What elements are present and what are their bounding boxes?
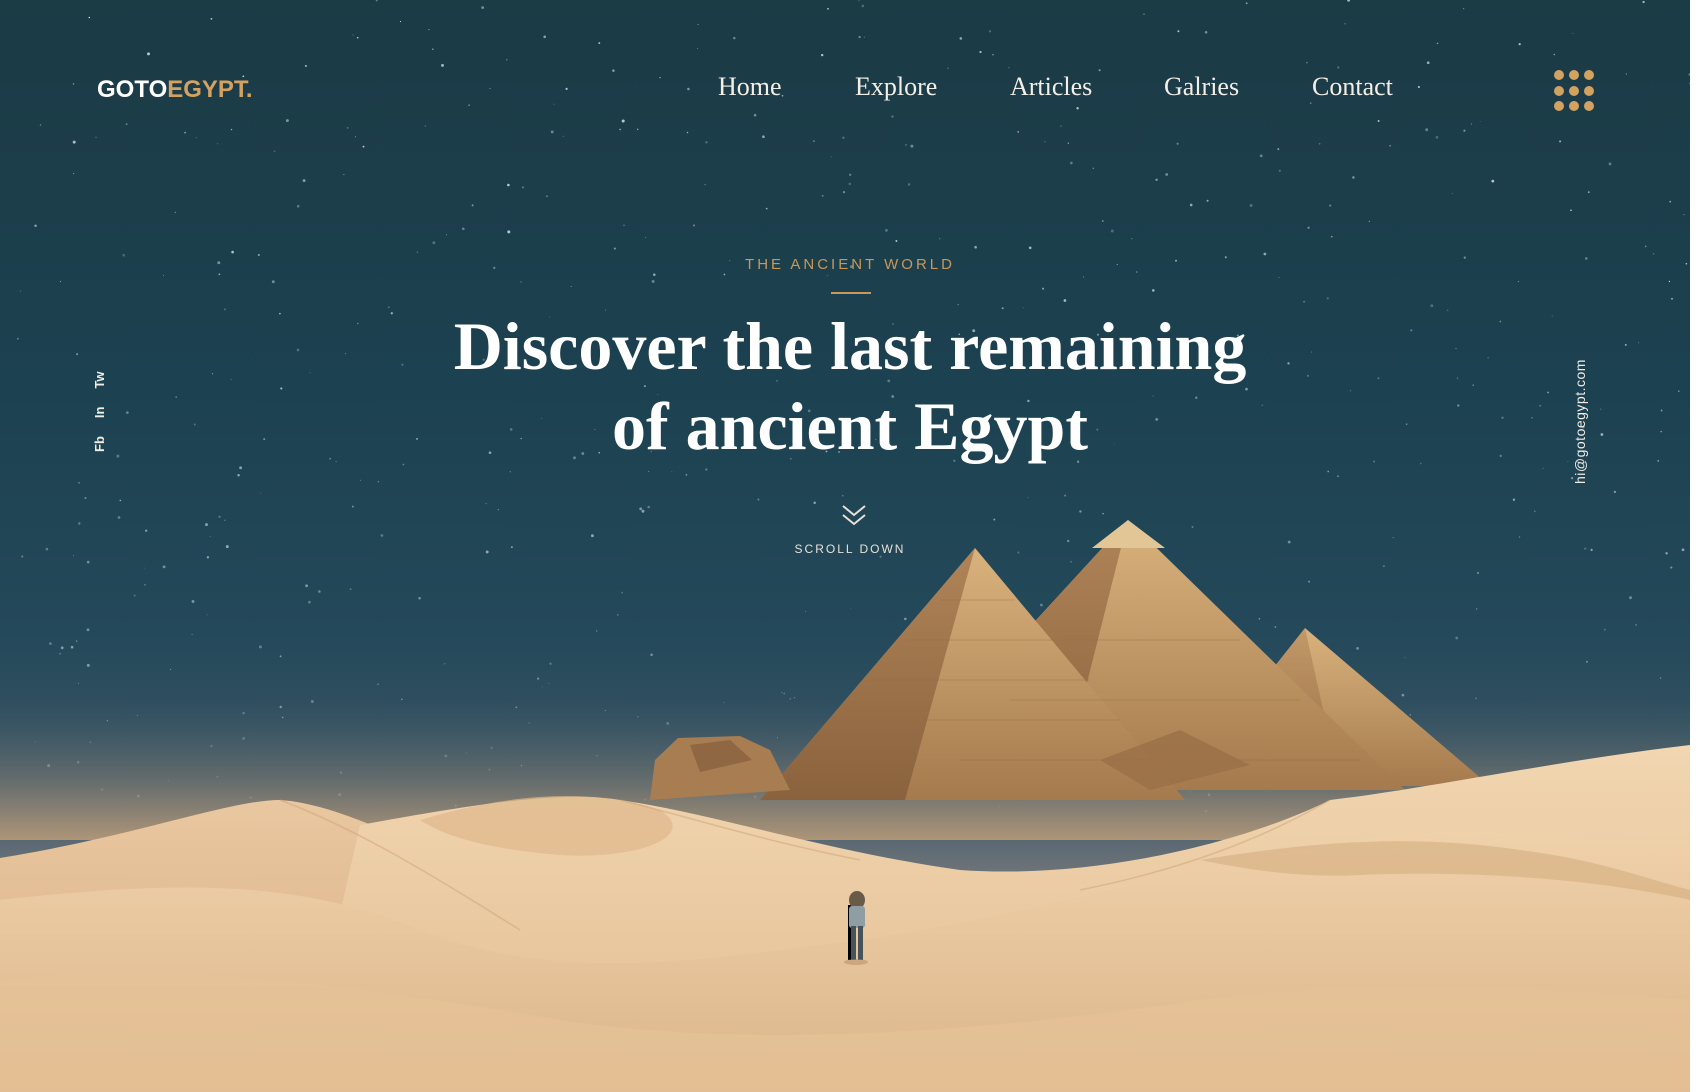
nav-explore[interactable]: Explore	[855, 72, 937, 102]
headline-line-2: of ancient Egypt	[612, 388, 1088, 464]
headline-line-1: Discover the last remaining	[453, 308, 1247, 384]
nav-contact[interactable]: Contact	[1312, 72, 1393, 102]
nav-articles[interactable]: Articles	[1010, 72, 1092, 102]
nav-galleries[interactable]: Galries	[1164, 72, 1239, 102]
scroll-down-link[interactable]: SCROLL DOWN	[0, 542, 1690, 556]
grid-menu-icon[interactable]	[1554, 70, 1596, 112]
logo-primary: GOTO	[97, 76, 168, 103]
nav-home[interactable]: Home	[718, 72, 782, 102]
hero-section: GOTOEGYPT. Home Explore Articles Galries…	[0, 0, 1690, 1092]
hero-headline: Discover the last remaining of ancient E…	[0, 306, 1690, 466]
eyebrow-divider	[831, 292, 871, 294]
site-logo[interactable]: GOTOEGYPT.	[97, 76, 253, 104]
logo-accent: EGYPT.	[167, 76, 253, 103]
double-chevron-down-icon[interactable]	[839, 502, 869, 530]
page-edge	[1690, 0, 1700, 1092]
hero-eyebrow: THE ANCIENT WORLD	[745, 256, 955, 273]
